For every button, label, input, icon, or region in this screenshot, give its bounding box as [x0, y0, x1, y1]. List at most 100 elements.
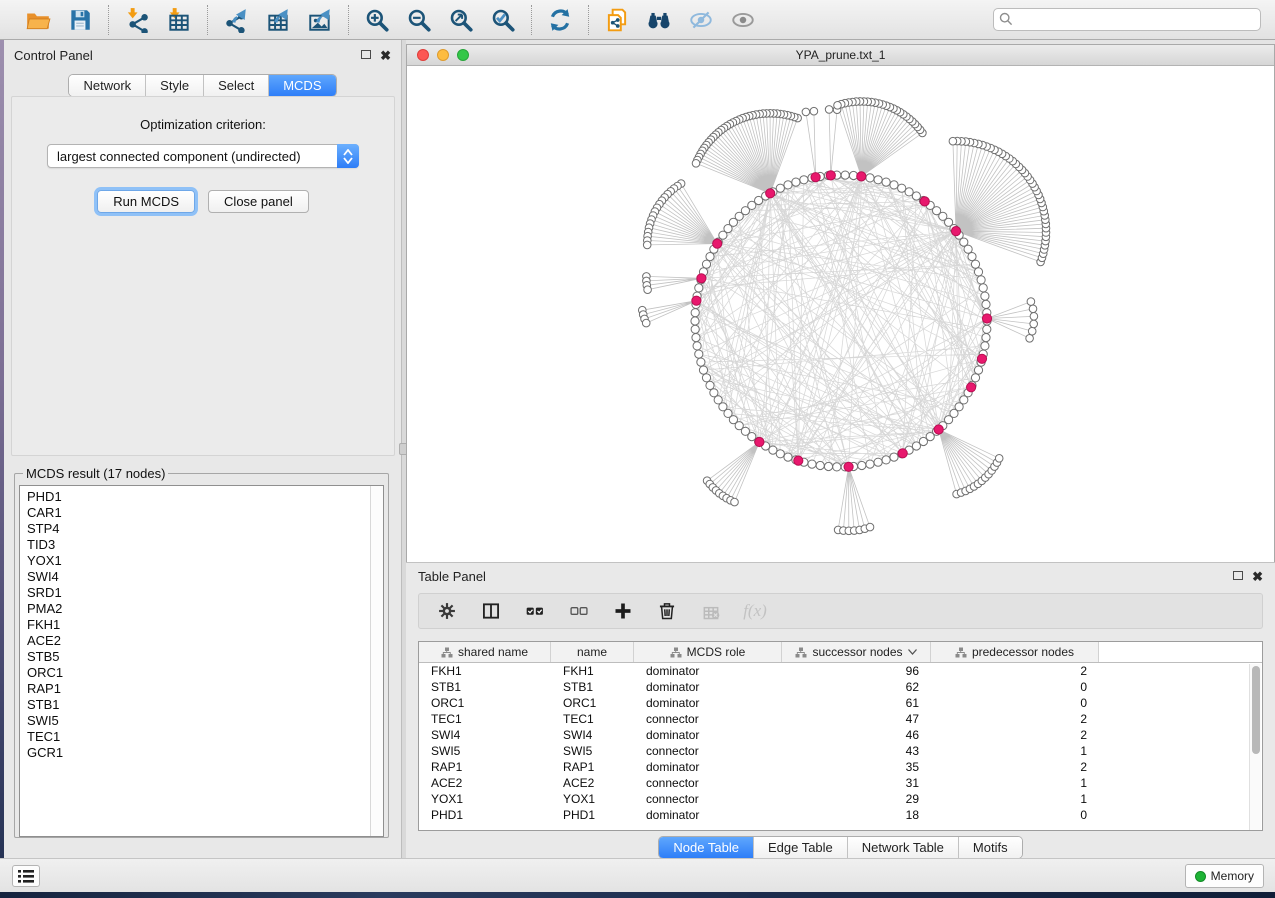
result-item[interactable]: YOX1: [27, 553, 383, 569]
export-network-icon[interactable]: [218, 4, 254, 36]
float-table-panel-icon[interactable]: [1233, 570, 1243, 582]
open-icon[interactable]: [20, 4, 56, 36]
close-panel-button[interactable]: Close panel: [208, 190, 309, 213]
result-item[interactable]: ORC1: [27, 665, 383, 681]
result-item[interactable]: TID3: [27, 537, 383, 553]
column-header-successor-nodes[interactable]: successor nodes: [782, 642, 931, 662]
result-item[interactable]: SWI4: [27, 569, 383, 585]
table-row[interactable]: SWI5SWI5connector431: [419, 743, 1262, 759]
table-row[interactable]: STB1STB1dominator620: [419, 679, 1262, 695]
result-item[interactable]: PMA2: [27, 601, 383, 617]
cell-role: connector: [634, 712, 782, 726]
result-item[interactable]: GCR1: [27, 745, 383, 761]
desktop-wallpaper-bottom: [0, 892, 1275, 898]
export-table-icon[interactable]: [260, 4, 296, 36]
table-tab-edge-table[interactable]: Edge Table: [753, 837, 847, 858]
mcds-result-title: MCDS result (17 nodes): [23, 466, 168, 481]
result-item[interactable]: STB5: [27, 649, 383, 665]
table-tab-network-table[interactable]: Network Table: [847, 837, 958, 858]
deselect-all-icon[interactable]: [567, 599, 591, 623]
table-row[interactable]: ACE2ACE2connector311: [419, 775, 1262, 791]
column-header-name[interactable]: name: [551, 642, 634, 662]
tab-style[interactable]: Style: [145, 75, 203, 96]
add-icon[interactable]: [611, 599, 635, 623]
result-item[interactable]: SWI5: [27, 713, 383, 729]
table-row[interactable]: ORC1ORC1dominator610: [419, 695, 1262, 711]
result-item[interactable]: CAR1: [27, 505, 383, 521]
result-item[interactable]: PHD1: [27, 489, 383, 505]
clone-network-icon[interactable]: [599, 4, 635, 36]
cell-role: dominator: [634, 664, 782, 678]
result-item[interactable]: SRD1: [27, 585, 383, 601]
select-all-icon[interactable]: [523, 599, 547, 623]
search-input[interactable]: [993, 8, 1261, 31]
column-header-shared-name[interactable]: shared name: [419, 642, 551, 662]
cell-role: dominator: [634, 760, 782, 774]
delete-table-icon: [699, 599, 723, 623]
network-canvas[interactable]: [407, 66, 1274, 561]
node-table[interactable]: shared namenameMCDS rolesuccessor nodesp…: [418, 641, 1263, 831]
column-header-MCDS-role[interactable]: MCDS role: [634, 642, 782, 662]
binoculars-icon[interactable]: [641, 4, 677, 36]
result-item[interactable]: STB1: [27, 697, 383, 713]
table-scrollbar[interactable]: [1249, 664, 1261, 830]
hide-eye-icon[interactable]: [683, 4, 719, 36]
cell-shared_name: TEC1: [419, 712, 551, 726]
result-item[interactable]: FKH1: [27, 617, 383, 633]
table-row[interactable]: SWI4SWI4dominator462: [419, 727, 1262, 743]
column-header-predecessor-nodes[interactable]: predecessor nodes: [931, 642, 1099, 662]
import-table-icon[interactable]: [161, 4, 197, 36]
cell-successors: 29: [782, 792, 931, 806]
table-row[interactable]: TEC1TEC1connector472: [419, 711, 1262, 727]
table-tab-motifs[interactable]: Motifs: [958, 837, 1022, 858]
network-column-icon: [670, 647, 682, 658]
cell-name: TEC1: [551, 712, 634, 726]
search-icon: [999, 12, 1013, 26]
result-item[interactable]: TEC1: [27, 729, 383, 745]
control-panel-tabs: NetworkStyleSelectMCDS: [4, 74, 401, 97]
zoom-fit-icon[interactable]: [443, 4, 479, 36]
tab-network[interactable]: Network: [69, 75, 145, 96]
gear-icon[interactable]: [435, 599, 459, 623]
table-tab-node-table[interactable]: Node Table: [659, 837, 753, 858]
criterion-dropdown[interactable]: largest connected component (undirected): [47, 144, 359, 168]
table-row[interactable]: YOX1YOX1connector291: [419, 791, 1262, 807]
memory-button[interactable]: Memory: [1185, 864, 1264, 888]
delete-icon[interactable]: [655, 599, 679, 623]
show-eye-icon[interactable]: [725, 4, 761, 36]
close-panel-icon[interactable]: ✖: [380, 49, 391, 62]
cell-role: dominator: [634, 728, 782, 742]
save-icon[interactable]: [62, 4, 98, 36]
zoom-out-icon[interactable]: [401, 4, 437, 36]
table-row[interactable]: PHD1PHD1dominator180: [419, 807, 1262, 823]
run-mcds-button[interactable]: Run MCDS: [97, 190, 195, 213]
table-panel: Table Panel ✖ f(x) shared namenameMCDS r…: [406, 562, 1275, 858]
mcds-result-list[interactable]: PHD1CAR1STP4TID3YOX1SWI4SRD1PMA2FKH1ACE2…: [19, 485, 384, 837]
cell-role: connector: [634, 792, 782, 806]
refresh-icon[interactable]: [542, 4, 578, 36]
show-panels-button[interactable]: [12, 865, 40, 887]
float-panel-icon[interactable]: [361, 49, 371, 61]
network-window-titlebar[interactable]: YPA_prune.txt_1: [407, 45, 1274, 66]
split-panel-icon[interactable]: [479, 599, 503, 623]
table-row[interactable]: RAP1RAP1dominator352: [419, 759, 1262, 775]
zoom-in-icon[interactable]: [359, 4, 395, 36]
network-window: YPA_prune.txt_1: [406, 44, 1275, 562]
import-network-icon[interactable]: [119, 4, 155, 36]
table-scrollbar-thumb[interactable]: [1252, 666, 1260, 754]
tab-select[interactable]: Select: [203, 75, 268, 96]
cell-role: connector: [634, 744, 782, 758]
tab-mcds[interactable]: MCDS: [268, 75, 335, 96]
cell-name: SWI5: [551, 744, 634, 758]
result-item[interactable]: RAP1: [27, 681, 383, 697]
result-item[interactable]: STP4: [27, 521, 383, 537]
table-row[interactable]: FKH1FKH1dominator962: [419, 663, 1262, 679]
result-item[interactable]: ACE2: [27, 633, 383, 649]
close-table-panel-icon[interactable]: ✖: [1252, 570, 1263, 583]
table-panel-title: Table Panel: [418, 569, 486, 584]
dropdown-stepper-icon: [337, 144, 359, 168]
zoom-selected-icon[interactable]: [485, 4, 521, 36]
result-list-scrollbar[interactable]: [370, 486, 383, 836]
export-image-icon[interactable]: [302, 4, 338, 36]
network-graph[interactable]: [407, 66, 1274, 561]
